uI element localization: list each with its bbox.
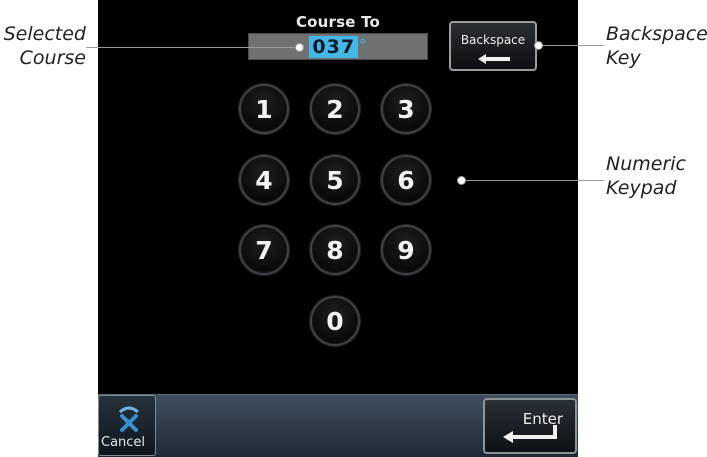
leader-dot-backspace-key: [534, 41, 543, 50]
key-0-label: 0: [326, 306, 344, 336]
backspace-label: Backspace: [460, 33, 526, 47]
enter-return-icon: [503, 425, 557, 443]
callout-selected-course-line2: Course: [19, 47, 86, 69]
cancel-button[interactable]: Cancel: [98, 395, 156, 456]
key-2-label: 2: [326, 94, 344, 124]
leader-line-numeric-keypad: [463, 180, 604, 181]
callout-numeric-keypad-line1: Numeric: [606, 153, 686, 175]
key-3[interactable]: 3: [381, 84, 431, 134]
key-4-label: 4: [255, 165, 273, 195]
key-8[interactable]: 8: [310, 225, 360, 275]
key-7[interactable]: 7: [239, 225, 289, 275]
key-6[interactable]: 6: [381, 155, 431, 205]
enter-button[interactable]: Enter: [483, 398, 577, 454]
leader-line-backspace-key: [538, 45, 604, 46]
key-5-label: 5: [326, 165, 344, 195]
left-arrow-icon: [478, 54, 510, 64]
key-4[interactable]: 4: [239, 155, 289, 205]
leader-dot-selected-course: [295, 43, 304, 52]
leader-dot-numeric-keypad: [457, 176, 466, 185]
callout-numeric-keypad: Numeric Keypad: [606, 152, 686, 200]
course-value: 037: [309, 35, 359, 58]
key-5[interactable]: 5: [310, 155, 360, 205]
key-3-label: 3: [397, 94, 415, 124]
callout-selected-course: Selected Course: [0, 22, 86, 70]
callout-backspace-key-line2: Key: [606, 47, 641, 69]
key-9-label: 9: [397, 235, 415, 265]
callout-selected-course-line1: Selected: [3, 23, 86, 45]
key-7-label: 7: [255, 235, 273, 265]
cancel-label: Cancel: [101, 435, 146, 450]
callout-backspace-key: Backspace Key: [606, 22, 707, 70]
key-2[interactable]: 2: [310, 84, 360, 134]
key-1[interactable]: 1: [239, 84, 289, 134]
degree-unit: °: [359, 36, 367, 54]
backspace-button[interactable]: Backspace: [449, 21, 537, 71]
callout-backspace-key-line1: Backspace: [606, 23, 707, 45]
key-8-label: 8: [326, 235, 344, 265]
leader-line-selected-course: [86, 47, 298, 48]
callout-numeric-keypad-line2: Keypad: [606, 177, 677, 199]
cancel-x-icon: [119, 406, 139, 432]
key-9[interactable]: 9: [381, 225, 431, 275]
key-6-label: 6: [397, 165, 415, 195]
key-0[interactable]: 0: [310, 296, 360, 346]
key-1-label: 1: [255, 94, 273, 124]
